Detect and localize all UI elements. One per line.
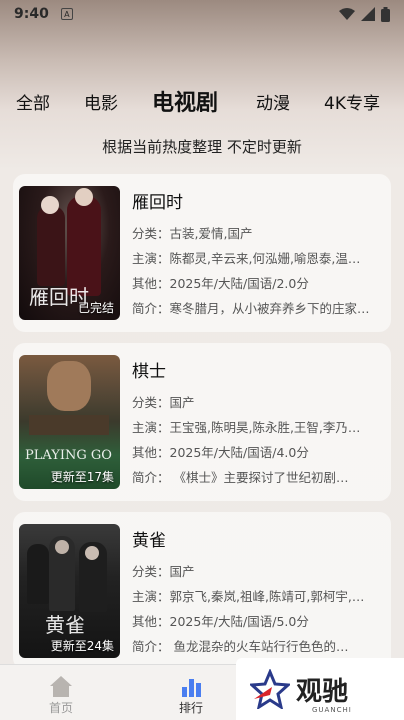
nav-rank-label: 排行	[178, 701, 203, 715]
status-time: 9:40	[14, 6, 49, 22]
item-intro: 简介： 《棋士》主要探讨了世纪初剧…	[132, 470, 349, 485]
notification-icon: A	[60, 8, 73, 20]
brand-name: 观驰	[296, 676, 349, 707]
brand-subtitle: GUANCHI	[312, 706, 352, 714]
tab-movie[interactable]: 电影	[84, 89, 118, 114]
item-intro: 简介： 鱼龙混杂的火车站行行色色的…	[132, 639, 349, 654]
item-category: 分类：古装,爱情,国产	[132, 226, 253, 241]
list-item[interactable]: 雁回时 已完结 雁回时 分类：古装,爱情,国产 主演：陈都灵,辛云来,何泓姗,喻…	[13, 174, 391, 332]
item-intro: 简介：寒冬腊月，从小被弃养乡下的庄家…	[132, 301, 370, 316]
status-badge: 已完结	[77, 301, 114, 315]
tab-all[interactable]: 全部	[16, 89, 50, 114]
wifi-icon	[339, 8, 355, 20]
item-title: 黄雀	[132, 531, 166, 551]
item-title: 棋士	[132, 362, 166, 382]
category-tabs: 全部 电影 电视剧 动漫 4K专享 短	[0, 78, 404, 124]
status-badge: 更新至24集	[50, 639, 114, 653]
list-subtitle: 根据当前热度整理 不定时更新	[102, 138, 302, 156]
tab-anime[interactable]: 动漫	[256, 89, 290, 114]
poster-title-art: 黄雀	[45, 613, 85, 637]
status-bar: 9:40 A	[0, 0, 404, 28]
item-meta: 其他：2025年/大陆/国语/4.0分	[132, 445, 309, 460]
star-logo-icon	[250, 669, 290, 709]
poster-title-art: PLAYING GO	[25, 448, 112, 463]
item-category: 分类：国产	[132, 564, 195, 579]
nav-rank[interactable]: 排行	[178, 673, 204, 716]
poster-image: PLAYING GO 更新至17集	[19, 355, 120, 489]
list-item[interactable]: PLAYING GO 更新至17集 棋士 分类：国产 主演：王宝强,陈明昊,陈永…	[13, 343, 391, 501]
tab-4k[interactable]: 4K专享	[324, 89, 380, 114]
brand-logo: 观驰 GUANCHI	[236, 658, 404, 720]
item-cast: 主演：陈都灵,辛云来,何泓姗,喻恩泰,温…	[132, 251, 361, 266]
item-cast: 主演：郭京飞,秦岚,祖峰,陈靖可,郭柯宇,…	[132, 589, 365, 604]
item-meta: 其他：2025年/大陆/国语/2.0分	[132, 276, 309, 291]
list-item[interactable]: 黄雀 更新至24集 黄雀 分类：国产 主演：郭京飞,秦岚,祖峰,陈靖可,郭柯宇,…	[13, 512, 391, 670]
item-title: 雁回时	[132, 193, 183, 213]
item-cast: 主演：王宝强,陈明昊,陈永胜,王智,李乃…	[132, 420, 361, 435]
nav-home-label: 首页	[48, 701, 73, 715]
poster-image: 黄雀 更新至24集	[19, 524, 120, 658]
signal-icon	[361, 7, 375, 21]
poster-image: 雁回时 已完结	[19, 186, 120, 320]
battery-icon	[381, 6, 390, 22]
tab-tv-series[interactable]: 电视剧	[152, 85, 218, 117]
item-meta: 其他：2025年/大陆/国语/5.0分	[132, 614, 309, 629]
home-icon	[50, 676, 72, 697]
status-badge: 更新至17集	[50, 470, 114, 484]
nav-home[interactable]: 首页	[48, 673, 74, 716]
rank-icon	[182, 679, 201, 697]
item-category: 分类：国产	[132, 395, 195, 410]
